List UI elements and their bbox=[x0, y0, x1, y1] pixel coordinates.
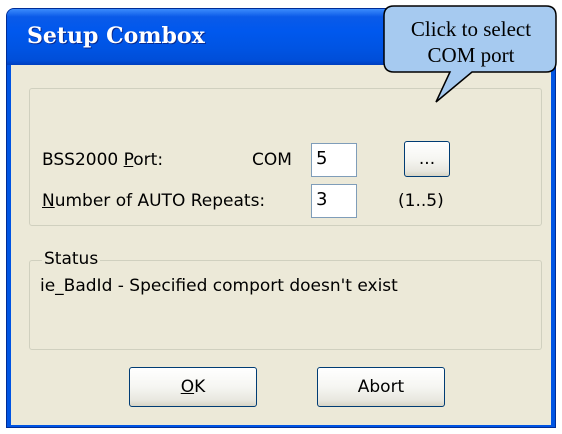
ok-button[interactable]: OK bbox=[129, 367, 257, 407]
port-label: BSS2000 Port: bbox=[42, 149, 163, 171]
port-label-prefix: BSS2000 bbox=[42, 150, 124, 170]
window-title: Setup Combox bbox=[27, 23, 205, 49]
repeats-label-mnemonic: N bbox=[42, 191, 55, 211]
callout-text: Click to select COM port bbox=[386, 16, 556, 68]
port-label-suffix: ort: bbox=[133, 150, 164, 170]
status-message: ie_BadId - Specified comport doesn't exi… bbox=[40, 276, 398, 296]
dialog-body: BSS2000 Port: COM 5 ... Number of AUTO R… bbox=[11, 65, 551, 425]
callout-line-2: COM port bbox=[427, 43, 515, 67]
status-group: Status ie_BadId - Specified comport does… bbox=[29, 248, 542, 350]
callout-tooltip: Click to select COM port bbox=[380, 2, 560, 106]
ok-suffix: K bbox=[194, 377, 206, 397]
settings-group: BSS2000 Port: COM 5 ... Number of AUTO R… bbox=[29, 88, 542, 226]
port-label-mnemonic: P bbox=[123, 150, 134, 170]
browse-com-port-button[interactable]: ... bbox=[404, 141, 450, 177]
repeats-label-suffix: umber of AUTO Repeats: bbox=[54, 191, 266, 211]
com-port-input[interactable]: 5 bbox=[311, 143, 357, 177]
repeats-label: Number of AUTO Repeats: bbox=[42, 190, 265, 212]
status-group-label: Status bbox=[42, 248, 101, 270]
ok-mnemonic: O bbox=[180, 377, 195, 397]
auto-repeats-input[interactable]: 3 bbox=[311, 184, 357, 218]
abort-button[interactable]: Abort bbox=[317, 367, 445, 407]
repeats-range-hint: (1..5) bbox=[398, 191, 444, 211]
callout-line-1: Click to select bbox=[410, 17, 532, 41]
com-label: COM bbox=[252, 150, 292, 170]
